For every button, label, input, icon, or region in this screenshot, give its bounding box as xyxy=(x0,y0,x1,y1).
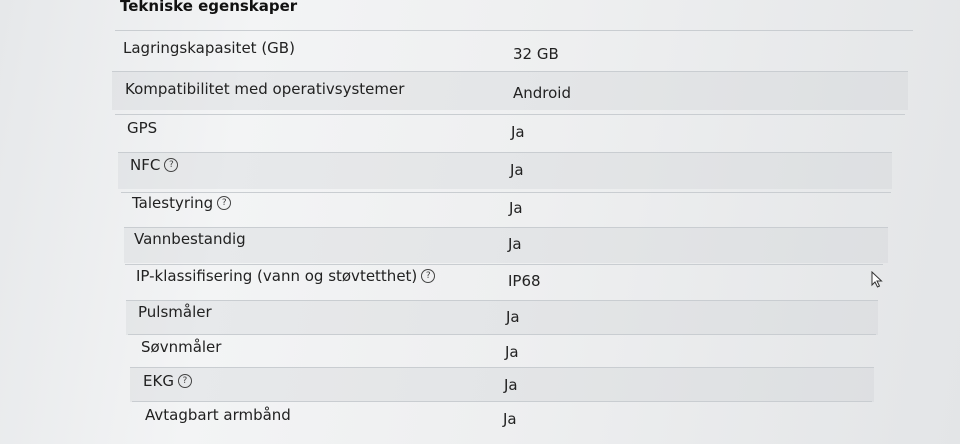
row-value: Ja xyxy=(506,308,520,326)
mouse-cursor-icon xyxy=(871,271,883,288)
table-row: GPS Ja xyxy=(115,114,905,151)
table-row: Lagringskapasitet (GB) 32 GB xyxy=(115,30,913,66)
row-label: Lagringskapasitet (GB) xyxy=(123,39,295,57)
row-label: EKG ? xyxy=(143,372,192,390)
row-value: Ja xyxy=(503,410,517,428)
row-label: NFC ? xyxy=(130,156,179,174)
spec-table: Lagringskapasitet (GB) 32 GB Kompatibili… xyxy=(0,0,960,444)
row-value: IP68 xyxy=(508,272,541,290)
table-row: EKG ? Ja xyxy=(130,367,874,402)
row-label: Søvnmåler xyxy=(141,338,222,356)
table-row: IP-klassifisering (vann og støvtetthet) … xyxy=(125,264,883,301)
row-value: Ja xyxy=(505,343,519,361)
row-value: Ja xyxy=(510,161,524,179)
question-icon[interactable]: ? xyxy=(164,158,179,172)
row-label: Talestyring ? xyxy=(132,194,232,212)
question-icon[interactable]: ? xyxy=(421,269,436,283)
table-row: Pulsmåler Ja xyxy=(126,300,878,335)
table-row: Avtagbart armbånd Ja xyxy=(132,401,872,438)
table-row: Søvnmåler Ja xyxy=(128,334,876,368)
question-icon[interactable]: ? xyxy=(177,374,192,388)
row-label: Avtagbart armbånd xyxy=(145,406,291,424)
row-value: Ja xyxy=(508,235,522,253)
table-row: NFC ? Ja xyxy=(118,152,892,189)
row-value: Ja xyxy=(511,123,525,141)
row-label: Kompatibilitet med operativsystemer xyxy=(125,80,405,98)
question-icon[interactable]: ? xyxy=(217,196,232,210)
row-value: 32 GB xyxy=(513,45,559,63)
row-value: Ja xyxy=(504,376,518,394)
table-row: Talestyring ? Ja xyxy=(121,192,891,227)
row-label: Vannbestandig xyxy=(134,230,246,248)
row-value: Ja xyxy=(509,199,523,217)
table-row: Vannbestandig Ja xyxy=(124,227,888,263)
row-label: GPS xyxy=(127,119,158,137)
table-row: Kompatibilitet med operativsystemer Andr… xyxy=(112,71,908,110)
screen: Tekniske egenskaper Lagringskapasitet (G… xyxy=(0,0,960,444)
row-label: Pulsmåler xyxy=(138,303,212,321)
row-label: IP-klassifisering (vann og støvtetthet) … xyxy=(136,267,436,285)
row-value: Android xyxy=(513,84,571,102)
